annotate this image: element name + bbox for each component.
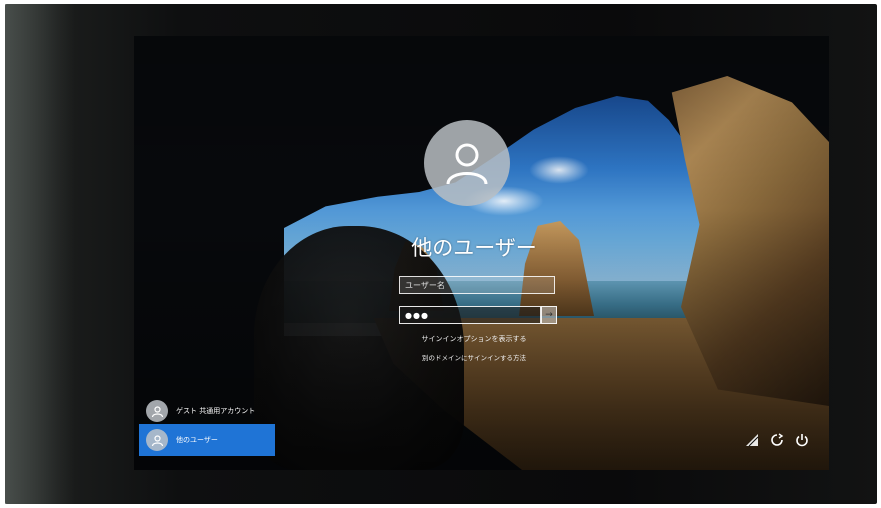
person-icon xyxy=(151,405,163,417)
photo-frame: 他のユーザー → サインインオプションを表示する 別のドメインにサインインする方… xyxy=(0,0,881,508)
user-tile-label: ゲスト 共通用アカウント xyxy=(176,407,256,415)
user-tile-other[interactable]: 他のユーザー xyxy=(139,424,275,456)
ease-of-access-icon[interactable] xyxy=(770,433,784,447)
network-icon[interactable] xyxy=(745,433,759,447)
user-tile-label: 他のユーザー xyxy=(176,436,218,444)
person-icon xyxy=(151,434,163,446)
user-avatar-icon xyxy=(424,120,510,206)
wallpaper-cloud xyxy=(529,156,589,184)
photo-shadow xyxy=(254,226,464,470)
bezel-glare xyxy=(5,4,75,504)
system-tray xyxy=(745,433,809,447)
username-input[interactable] xyxy=(399,276,555,294)
sign-in-options-link[interactable]: サインインオプションを表示する xyxy=(374,334,574,344)
person-icon xyxy=(446,143,488,185)
other-user-avatar-icon xyxy=(146,429,168,451)
user-tile-guest[interactable]: ゲスト 共通用アカウント xyxy=(139,396,275,426)
guest-avatar-icon xyxy=(146,400,168,422)
selected-user-name: 他のユーザー xyxy=(411,236,537,260)
power-icon[interactable] xyxy=(795,433,809,447)
password-input[interactable] xyxy=(399,306,541,324)
how-to-sign-in-link[interactable]: 別のドメインにサインインする方法 xyxy=(374,352,574,362)
submit-button[interactable]: → xyxy=(541,306,557,324)
lock-screen: 他のユーザー → サインインオプションを表示する 別のドメインにサインインする方… xyxy=(134,36,829,470)
